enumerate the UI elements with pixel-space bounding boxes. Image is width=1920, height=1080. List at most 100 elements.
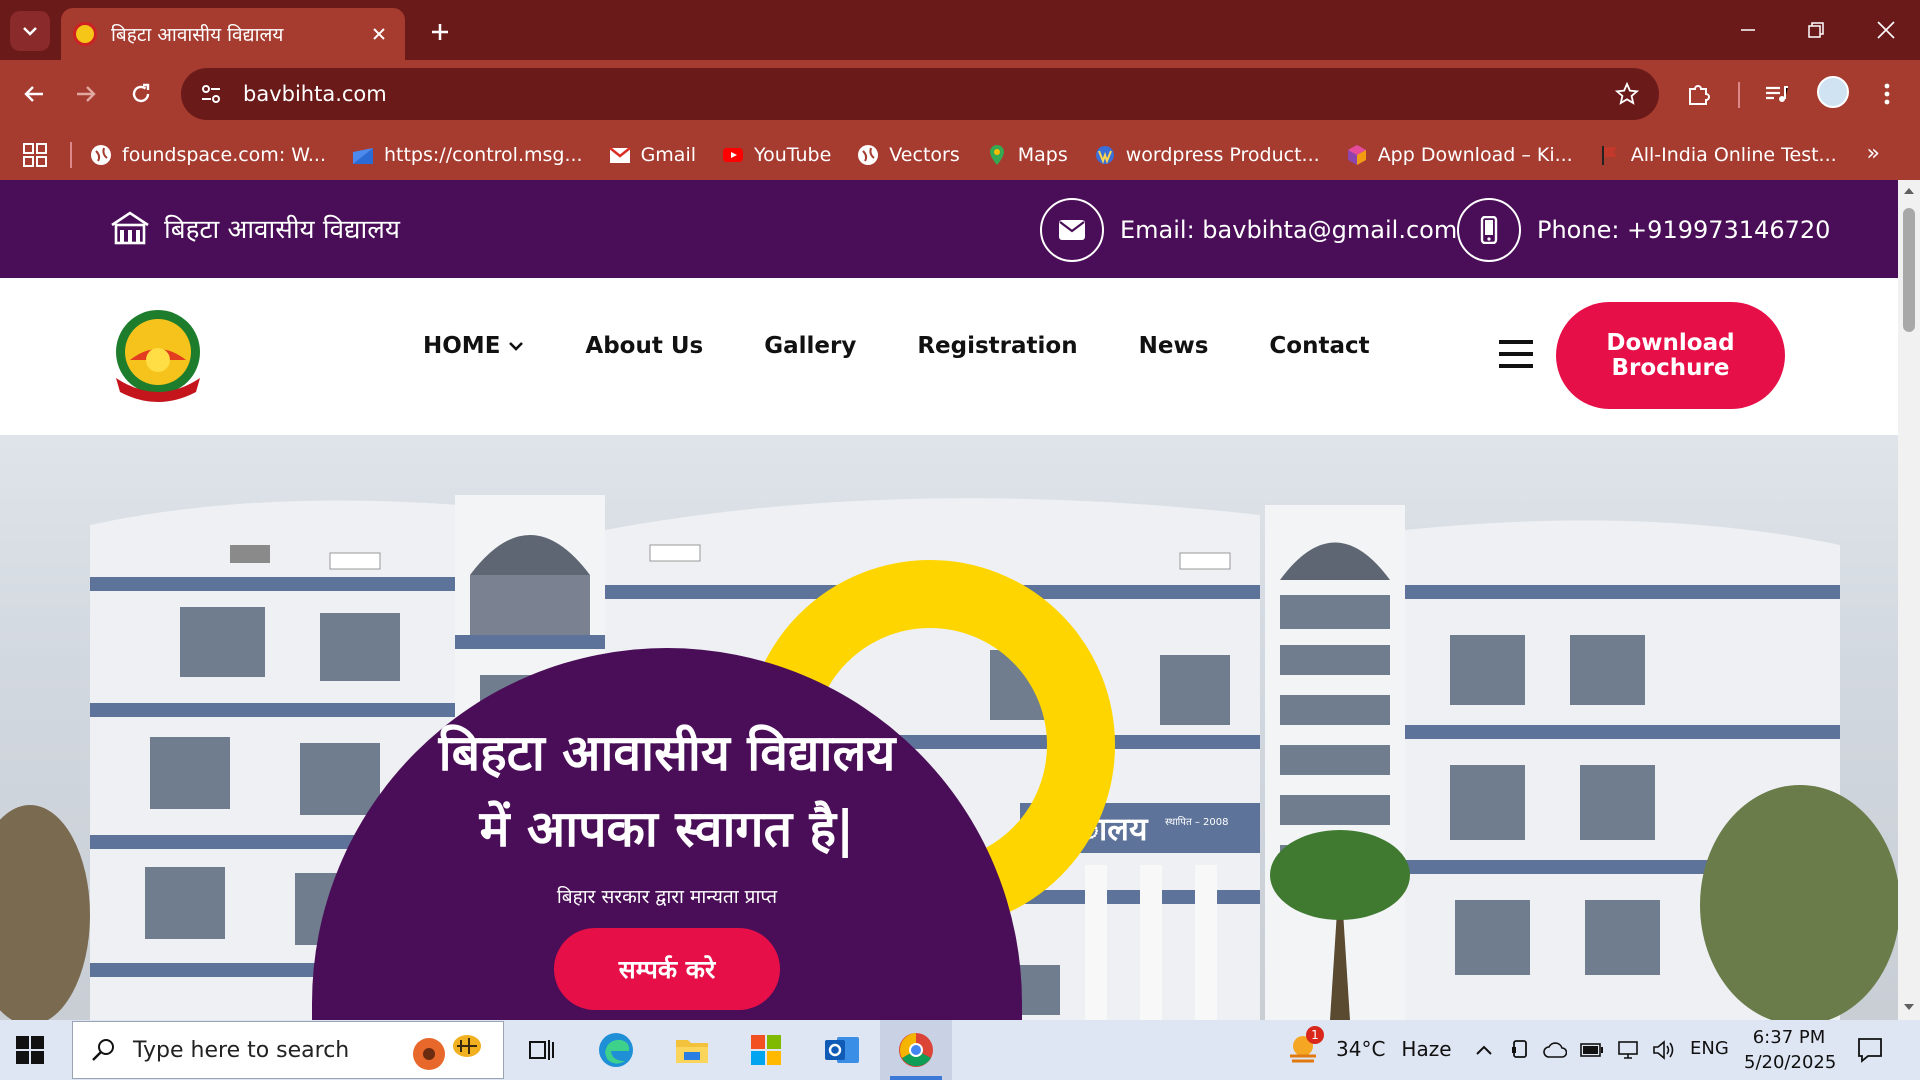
taskbar-chrome[interactable] <box>894 1028 938 1072</box>
bookmark-item[interactable]: https://control.msg... <box>352 144 583 166</box>
taskbar-edge[interactable] <box>594 1028 638 1072</box>
bookmark-label: Gmail <box>640 143 697 166</box>
download-brochure-button[interactable]: Download Brochure <box>1556 302 1785 409</box>
weather-widget[interactable]: 1 34°C Haze <box>1286 1026 1452 1066</box>
profile-avatar[interactable] <box>1817 76 1849 108</box>
school-building-icon <box>111 211 149 245</box>
site-info-icon[interactable] <box>197 80 225 108</box>
tray-volume[interactable] <box>1652 1038 1676 1062</box>
close-icon <box>373 28 385 40</box>
page-viewport: बिहटा आवासीय विद्यालय Email: bavbihta@gm… <box>0 180 1898 1020</box>
window-restore-button[interactable] <box>1788 8 1844 52</box>
taskbar-outlook[interactable] <box>820 1028 864 1072</box>
weather-temperature: 34°C <box>1336 1037 1386 1061</box>
taskbar-ms-store[interactable] <box>744 1028 788 1072</box>
bookmark-label: YouTube <box>754 143 832 166</box>
hero-subtitle: बिहार सरकार द्वारा मान्यता प्राप्त <box>556 886 778 908</box>
nav-contact[interactable]: Contact <box>1269 333 1369 359</box>
taskbar-file-explorer[interactable] <box>670 1028 714 1072</box>
school-logo[interactable] <box>110 308 206 404</box>
nav-home[interactable]: HOME <box>423 333 524 359</box>
bookmark-item[interactable]: wordpress Product... <box>1094 144 1320 166</box>
gmail-icon <box>608 146 631 163</box>
bookmarks-divider <box>70 141 72 168</box>
taskbar-search-box[interactable]: Type here to search <box>72 1021 504 1079</box>
battery-icon <box>1580 1043 1603 1057</box>
speaker-icon <box>1653 1040 1674 1060</box>
bookmark-label: Maps <box>1017 143 1068 166</box>
tray-clock[interactable]: 6:37 PM 5/20/2025 <box>1744 1025 1837 1075</box>
nav-about-us[interactable]: About Us <box>585 333 703 359</box>
nav-registration[interactable]: Registration <box>917 333 1077 359</box>
hero-section: ालय स्थापित – 2008 बिहटा आवासीय विद्यालय… <box>0 435 1898 1020</box>
page-scrollbar[interactable] <box>1898 180 1920 1020</box>
tray-battery[interactable] <box>1580 1038 1604 1062</box>
window-close-button[interactable] <box>1858 8 1914 52</box>
address-bar[interactable]: bavbihta.com <box>181 68 1659 120</box>
bookmark-item[interactable]: App Download – Ki... <box>1346 144 1573 166</box>
topbar-brand[interactable]: बिहटा आवासीय विद्यालय <box>110 210 400 246</box>
clock-time: 6:37 PM <box>1752 1027 1826 1048</box>
close-icon <box>1877 21 1895 39</box>
bookmark-item[interactable]: All-India Online Test... <box>1599 144 1837 166</box>
tab-title: बिहटा आवासीय विद्यालय <box>111 24 284 46</box>
youtube-icon <box>723 147 744 162</box>
cloud-icon <box>1543 1042 1567 1058</box>
bookmark-label: foundspace.com: W... <box>122 143 326 166</box>
bookmark-item[interactable]: foundspace.com: W... <box>90 144 326 166</box>
mobile-phone-icon <box>1480 216 1498 244</box>
topbar-phone[interactable]: Phone: +919973146720 <box>1457 198 1830 262</box>
globe-icon <box>91 144 111 165</box>
new-tab-button[interactable] <box>420 12 460 52</box>
browser-tab-active[interactable]: बिहटा आवासीय विद्यालय <box>61 8 405 60</box>
bookmark-item[interactable]: Gmail <box>608 143 697 166</box>
hamburger-menu-icon[interactable] <box>1499 339 1533 369</box>
windows-start-icon[interactable] <box>14 1034 46 1066</box>
bookmark-item[interactable]: YouTube <box>722 144 831 166</box>
tray-network[interactable] <box>1616 1038 1640 1062</box>
bookmark-star-button[interactable] <box>1611 78 1643 110</box>
store-icon <box>751 1035 781 1065</box>
nav-news[interactable]: News <box>1139 333 1209 359</box>
nav-gallery[interactable]: Gallery <box>764 333 856 359</box>
topbar-email[interactable]: Email: bavbihta@gmail.com <box>1040 198 1457 262</box>
chevron-down-icon <box>509 342 524 351</box>
contact-cta-button[interactable]: सम्पर्क करे <box>554 928 780 1010</box>
folder-icon <box>352 147 373 164</box>
task-view-icon <box>529 1040 554 1060</box>
media-control-button[interactable] <box>1758 76 1794 112</box>
brand-name: बिहटा आवासीय विद्यालय <box>164 215 400 245</box>
scroll-down-icon[interactable] <box>1903 1002 1915 1012</box>
bookmark-item[interactable]: Vectors <box>857 144 960 166</box>
clock-date: 5/20/2025 <box>1744 1052 1837 1073</box>
back-button[interactable] <box>14 74 54 114</box>
url-text[interactable]: bavbihta.com <box>243 82 1611 106</box>
scrollbar-thumb[interactable] <box>1903 208 1915 332</box>
tray-meet-now[interactable] <box>1508 1038 1532 1062</box>
tray-onedrive[interactable] <box>1543 1038 1567 1062</box>
flag-icon <box>1601 145 1617 165</box>
tray-language[interactable]: ENG <box>1690 1038 1729 1059</box>
bookmark-label: wordpress Product... <box>1125 143 1320 166</box>
apps-grid-icon[interactable] <box>22 142 48 168</box>
task-view-button[interactable] <box>520 1028 564 1072</box>
browser-menu-button[interactable] <box>1869 76 1905 112</box>
tab-search-button[interactable] <box>10 11 50 51</box>
star-icon <box>1615 82 1639 105</box>
tray-show-hidden-button[interactable] <box>1472 1038 1496 1062</box>
tab-close-button[interactable] <box>365 20 393 48</box>
forward-button[interactable] <box>66 74 106 114</box>
bookmark-item[interactable]: Maps <box>986 144 1068 166</box>
scroll-up-icon[interactable] <box>1903 186 1915 196</box>
weather-description: Haze <box>1401 1037 1452 1061</box>
bookmarks-overflow-button[interactable]: » <box>1867 141 1880 166</box>
reload-icon <box>132 83 150 103</box>
notification-center-icon[interactable] <box>1856 1036 1884 1064</box>
window-minimize-button[interactable] <box>1720 8 1776 52</box>
reload-button[interactable] <box>121 74 161 114</box>
chevron-up-icon <box>1476 1045 1492 1055</box>
extensions-button[interactable] <box>1681 76 1717 112</box>
main-menu: HOME About Us Gallery Registration News … <box>423 333 1431 359</box>
hero-title: बिहटा आवासीय विद्यालय में आपका स्वागत है… <box>438 724 896 858</box>
bookmark-label: All-India Online Test... <box>1630 143 1837 166</box>
